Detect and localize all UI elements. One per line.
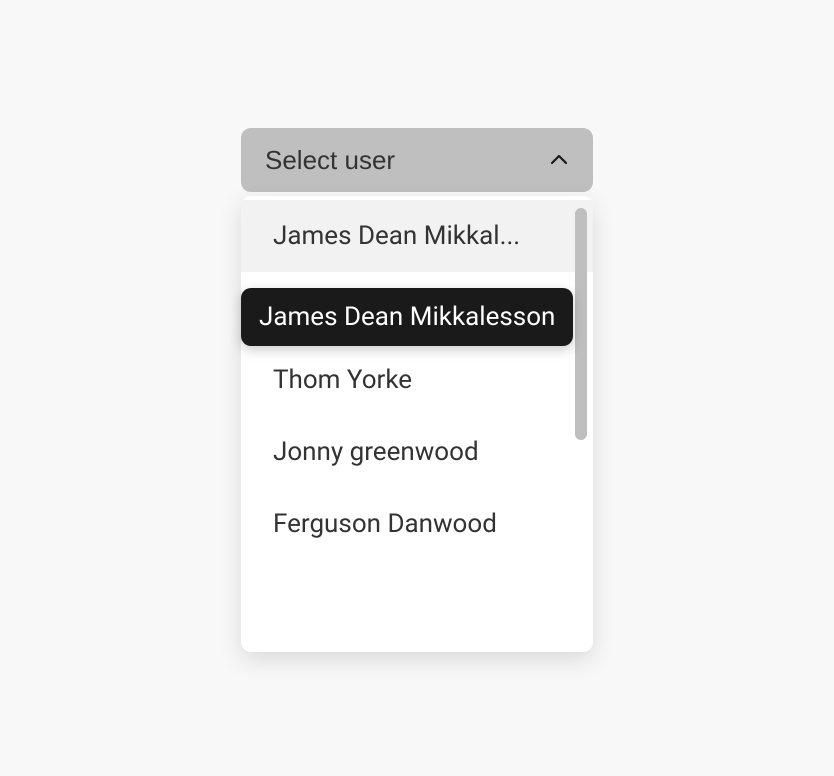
scrollbar-track (575, 208, 587, 644)
dropdown-container: Select user James Dean Mikkal... Carlos … (241, 128, 593, 192)
select-placeholder: Select user (265, 145, 395, 176)
menu-item[interactable]: James Dean Mikkal... (241, 200, 593, 272)
select-user-trigger[interactable]: Select user (241, 128, 593, 192)
scrollbar-thumb[interactable] (575, 208, 587, 440)
menu-item[interactable]: Thom Yorke (241, 344, 593, 416)
menu-scroll-area: James Dean Mikkal... Carlos Santana Thom… (241, 200, 593, 652)
dropdown-menu: James Dean Mikkal... Carlos Santana Thom… (241, 196, 593, 652)
item-tooltip: James Dean Mikkalesson (241, 288, 573, 346)
menu-item[interactable]: Jonny greenwood (241, 416, 593, 488)
menu-items-list: James Dean Mikkal... Carlos Santana Thom… (241, 200, 593, 564)
chevron-up-icon (549, 150, 569, 170)
menu-item[interactable]: Ferguson Danwood (241, 488, 593, 560)
